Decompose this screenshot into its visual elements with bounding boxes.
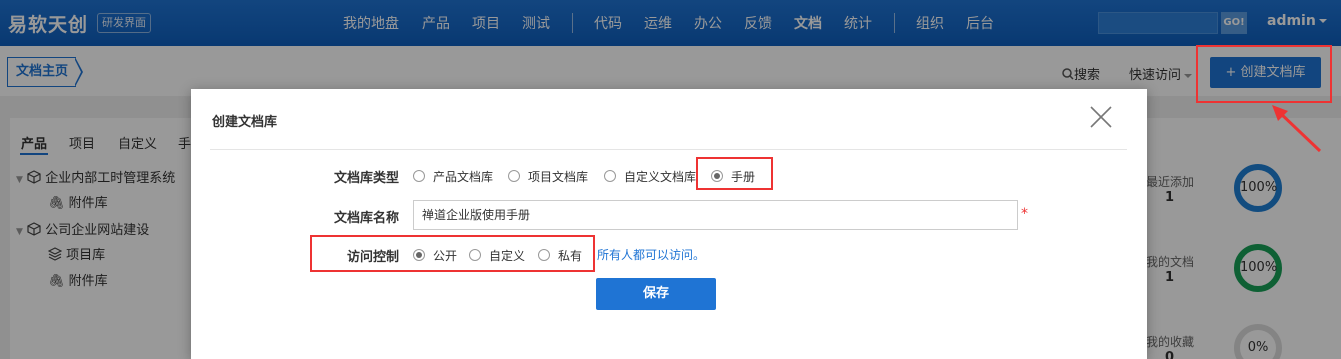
radio-type-project[interactable] — [508, 170, 520, 182]
radio-type-custom[interactable] — [604, 170, 616, 182]
lib-name-input[interactable]: 禅道企业版使用手册 — [413, 200, 1018, 230]
radio-label: 产品文档库 — [433, 170, 494, 184]
annotation-highlight-acl — [310, 235, 595, 272]
required-mark: * — [1021, 206, 1028, 222]
radio-label: 项目文档库 — [528, 170, 589, 184]
annotation-arrow-icon — [1272, 105, 1322, 153]
acl-help-text: 所有人都可以访问。 — [597, 248, 706, 262]
annotation-highlight-create — [1196, 45, 1332, 103]
field-label-name: 文档库名称 — [333, 211, 399, 226]
close-icon[interactable] — [1089, 105, 1113, 129]
radio-label: 自定义文档库 — [624, 170, 697, 184]
radio-type-product[interactable] — [413, 170, 425, 182]
field-label-type: 文档库类型 — [333, 171, 399, 186]
create-doc-lib-dialog: 创建文档库 文档库类型 产品文档库 项目文档库 自定义文档库 手册 文档库名称 … — [191, 89, 1147, 359]
dialog-title: 创建文档库 — [212, 115, 278, 130]
save-button[interactable]: 保存 — [596, 278, 716, 310]
dialog-divider — [210, 149, 1127, 150]
annotation-highlight-manual — [696, 157, 773, 190]
